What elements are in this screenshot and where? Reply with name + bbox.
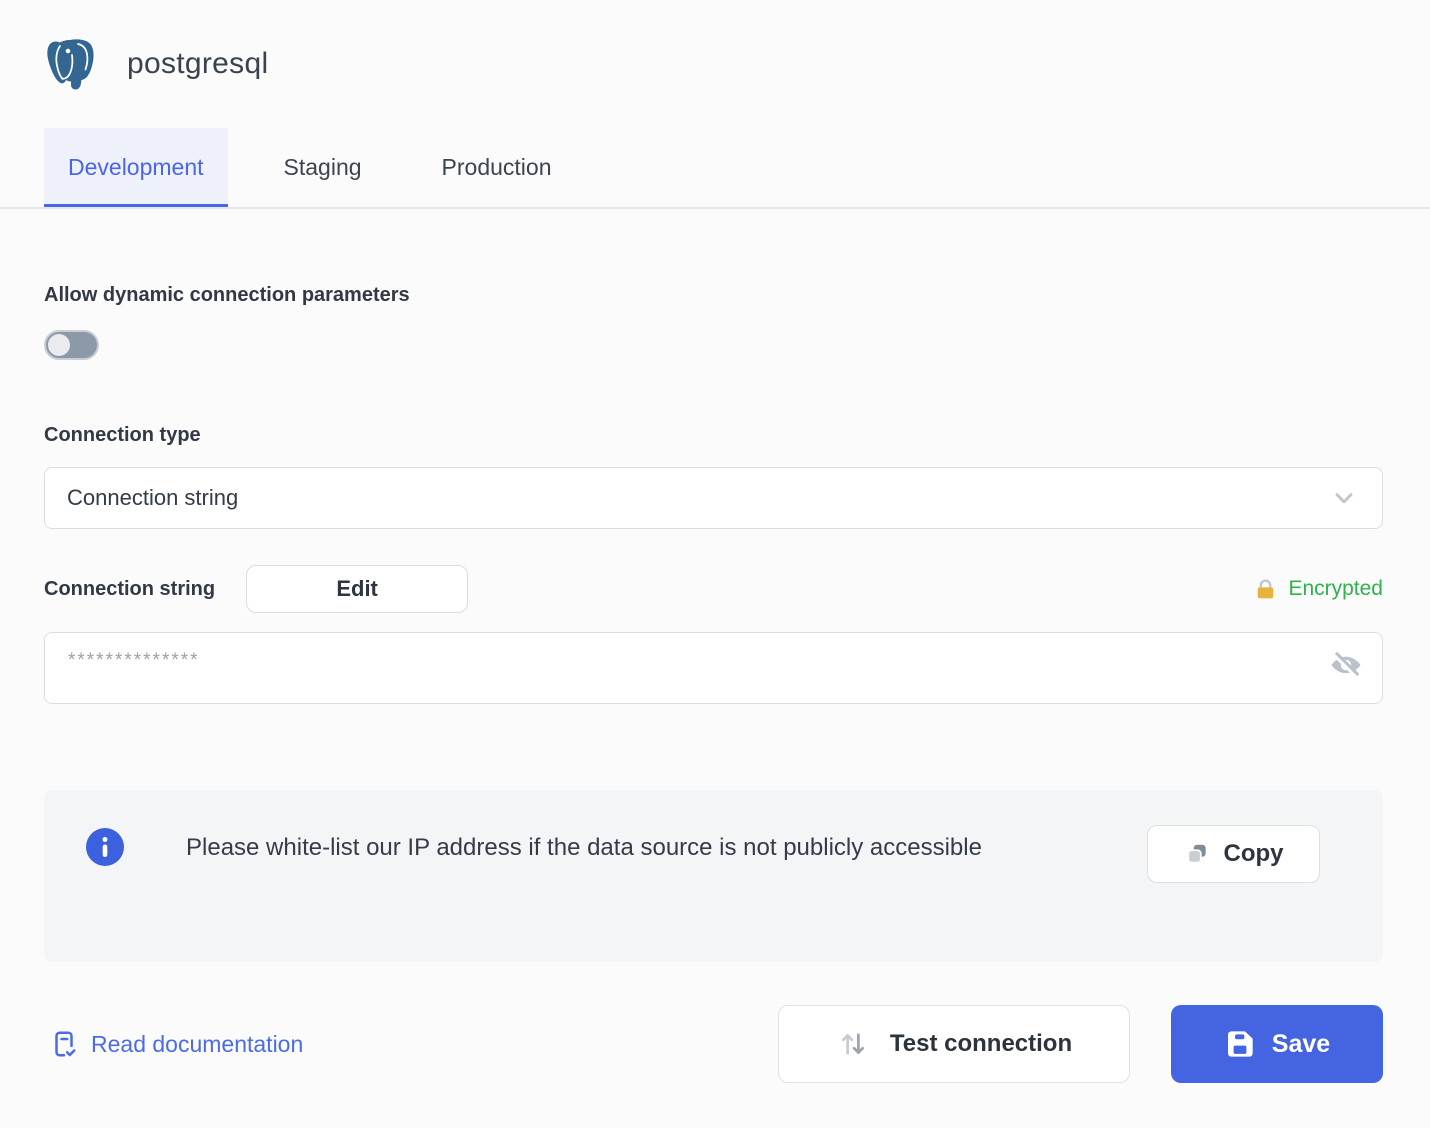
environment-tab-bar: Development Staging Production: [0, 128, 1430, 209]
postgresql-logo-icon: [44, 38, 94, 90]
arrows-up-down-icon: [836, 1027, 870, 1061]
floppy-disk-icon: [1224, 1028, 1256, 1060]
connection-string-label: Connection string: [44, 578, 215, 601]
connection-type-label: Connection type: [44, 424, 1383, 447]
test-connection-button[interactable]: Test connection: [778, 1005, 1130, 1083]
footer-actions: Read documentation Test connection: [44, 1005, 1383, 1083]
save-button-label: Save: [1272, 1030, 1330, 1059]
edit-button-label: Edit: [336, 576, 378, 602]
toggle-knob: [48, 334, 70, 356]
test-connection-label: Test connection: [890, 1030, 1072, 1058]
document-check-icon: [49, 1029, 79, 1059]
encrypted-badge: Encrypted: [1253, 577, 1383, 602]
tab-development-label: Development: [68, 154, 204, 181]
page-title: postgresql: [127, 47, 268, 81]
connection-type-select[interactable]: Connection string: [44, 467, 1383, 529]
info-circle-icon: [86, 828, 124, 962]
dynamic-params-section: Allow dynamic connection parameters: [44, 284, 1383, 360]
tab-development[interactable]: Development: [44, 128, 228, 207]
info-message: Please white-list our IP address if the …: [186, 828, 982, 962]
read-documentation-link[interactable]: Read documentation: [49, 1029, 303, 1059]
dynamic-params-toggle[interactable]: [44, 330, 99, 360]
active-tab-indicator: [44, 204, 228, 207]
encrypted-label: Encrypted: [1288, 577, 1383, 601]
connection-type-section: Connection type Connection string: [44, 424, 1383, 529]
dynamic-params-label: Allow dynamic connection parameters: [44, 284, 1383, 307]
connection-string-row: Connection string Edit Encrypted: [44, 565, 1383, 613]
connection-type-value: Connection string: [67, 485, 238, 511]
lock-icon: [1253, 577, 1278, 602]
edit-button[interactable]: Edit: [246, 565, 468, 613]
tab-staging[interactable]: Staging: [260, 128, 386, 207]
ip-whitelist-info-box: Please white-list our IP address if the …: [44, 790, 1383, 962]
form-content: Allow dynamic connection parameters Conn…: [0, 284, 1430, 1083]
connection-settings-page: postgresql Development Staging Productio…: [0, 0, 1430, 1128]
chevron-down-icon: [1330, 484, 1358, 512]
copy-icon: [1184, 841, 1210, 867]
tab-production[interactable]: Production: [418, 128, 576, 207]
save-button[interactable]: Save: [1171, 1005, 1383, 1083]
toggle-visibility-button[interactable]: [1328, 648, 1364, 684]
masked-value: **************: [68, 650, 200, 671]
copy-button[interactable]: Copy: [1147, 825, 1320, 883]
eye-slash-icon: [1329, 648, 1363, 682]
read-documentation-label: Read documentation: [91, 1031, 303, 1058]
connection-string-input[interactable]: **************: [44, 632, 1383, 704]
copy-button-label: Copy: [1224, 840, 1284, 868]
tab-production-label: Production: [442, 154, 552, 181]
tab-staging-label: Staging: [284, 154, 362, 181]
header: postgresql: [0, 0, 1430, 90]
